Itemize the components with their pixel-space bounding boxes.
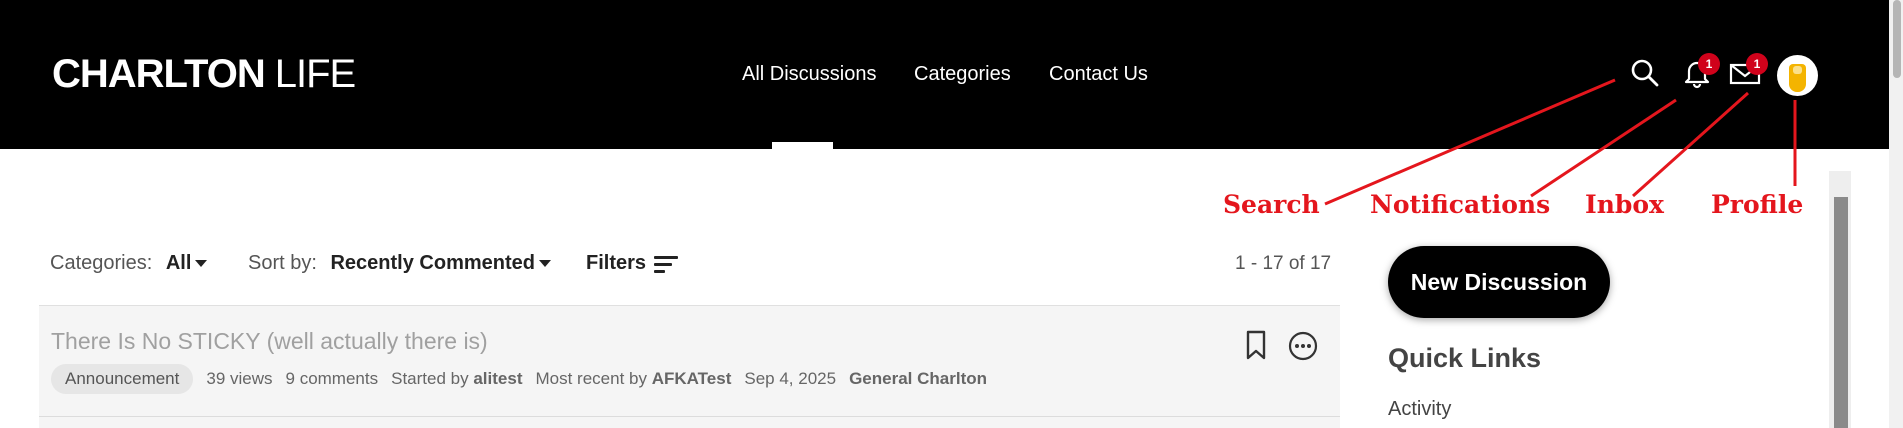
annotation-profile: Profile (1711, 190, 1804, 219)
filters-button[interactable]: Filters (586, 252, 646, 275)
notifications-badge: 1 (1698, 53, 1720, 75)
sort-dropdown[interactable]: Sort by: Recently Commented (248, 252, 551, 275)
discussion-list: There Is No STICKY (well actually there … (39, 305, 1340, 428)
logo-light-text: LIFE (274, 52, 356, 96)
started-by-user[interactable]: alitest (473, 369, 522, 388)
sort-label: Sort by: (248, 252, 317, 274)
discussion-tag[interactable]: Announcement (51, 364, 194, 394)
most-recent-prefix: Most recent by (535, 369, 647, 388)
discussion-meta: Announcement 39 views 9 comments Started… (51, 364, 987, 394)
caret-down-icon (195, 260, 208, 268)
most-recent-user[interactable]: AFKATest (652, 369, 732, 388)
row-divider (39, 416, 1340, 417)
site-header: CHARLTON LIFE All Discussions Categories … (0, 0, 1889, 149)
window-scrollbar-thumb[interactable] (1893, 0, 1901, 78)
caret-down-icon (538, 260, 551, 268)
annotation-inbox: Inbox (1585, 190, 1664, 219)
most-recent-by: Most recent by AFKATest (535, 369, 731, 389)
quick-links-title: Quick Links (1388, 343, 1542, 373)
site-logo[interactable]: CHARLTON LIFE (52, 52, 356, 96)
annotation-search: Search (1223, 190, 1320, 219)
profile-avatar[interactable] (1777, 55, 1818, 96)
new-discussion-button[interactable]: New Discussion (1388, 246, 1610, 318)
nav-categories[interactable]: Categories (914, 62, 1011, 86)
results-count: 1 - 17 of 17 (1235, 253, 1332, 274)
discussion-category[interactable]: General Charlton (849, 369, 987, 389)
avatar-nail-shape (1793, 66, 1802, 74)
discussion-title[interactable]: There Is No STICKY (well actually there … (51, 328, 488, 355)
nav-contact-us[interactable]: Contact Us (1049, 62, 1148, 86)
annotation-notifications: Notifications (1370, 190, 1551, 219)
search-icon[interactable] (1628, 56, 1662, 90)
discussion-date: Sep 4, 2025 (744, 369, 837, 388)
filters-label: Filters (586, 252, 647, 274)
filter-icon[interactable] (654, 256, 678, 274)
started-by: Started by alitest (391, 369, 522, 389)
categories-label: Categories: (50, 252, 153, 274)
nav-all-discussions[interactable]: All Discussions (742, 62, 876, 86)
panel-scrollbar-thumb[interactable] (1834, 197, 1848, 428)
logo-bold-text: CHARLTON (52, 52, 266, 96)
categories-value: All (165, 252, 192, 274)
inbox-badge: 1 (1746, 53, 1768, 75)
categories-filter[interactable]: Categories: All (50, 252, 208, 275)
quick-link-activity[interactable]: Activity (1388, 398, 1451, 421)
bookmark-icon[interactable] (1242, 329, 1270, 361)
started-by-prefix: Started by (391, 369, 469, 388)
active-nav-indicator (772, 142, 833, 149)
sort-value: Recently Commented (330, 252, 535, 274)
comments-count: 9 comments (285, 369, 379, 388)
more-options-icon[interactable] (1287, 330, 1319, 362)
views-count: 39 views (206, 369, 273, 388)
